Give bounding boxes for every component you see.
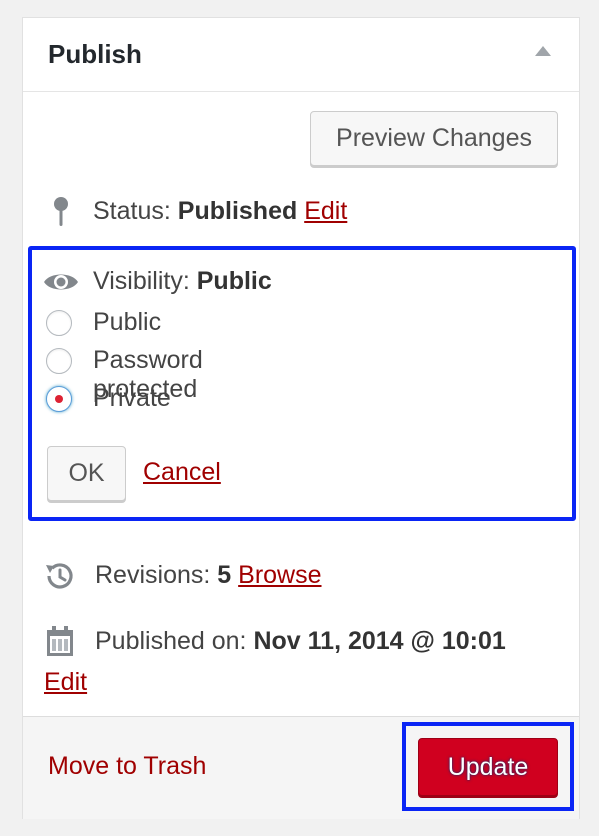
radio-password-protected[interactable] xyxy=(46,348,72,374)
update-highlight-frame: Update xyxy=(402,722,574,811)
radio-label: Public xyxy=(93,308,162,336)
history-icon xyxy=(43,560,75,597)
revisions-row: Revisions: 5 Browse xyxy=(95,561,322,590)
update-button[interactable]: Update xyxy=(418,738,558,796)
calendar-icon xyxy=(45,625,75,662)
revisions-browse-link[interactable]: Browse xyxy=(238,561,321,589)
preview-changes-button[interactable]: Preview Changes xyxy=(310,111,558,166)
visibility-ok-button[interactable]: OK xyxy=(47,446,126,501)
radio-private[interactable] xyxy=(46,386,72,412)
publish-box-title: Publish xyxy=(48,39,142,69)
status-edit-link[interactable]: Edit xyxy=(304,197,347,225)
revisions-label: Revisions: xyxy=(95,561,211,589)
radio-label: Private xyxy=(93,384,171,412)
visibility-value: Public xyxy=(196,267,272,295)
radio-selected-dot xyxy=(55,395,63,403)
publish-actions-footer: Move to Trash Update xyxy=(23,716,579,819)
visibility-section: Visibility: Public Public Password prote… xyxy=(28,246,576,521)
publish-box: Publish Preview Changes Status: Publishe… xyxy=(22,17,580,819)
publish-box-header[interactable]: Publish xyxy=(23,18,579,92)
published-on-row: Published on: Nov 11, 2014 @ 10:01 xyxy=(95,627,506,656)
visibility-cancel-link[interactable]: Cancel xyxy=(143,458,221,487)
published-edit-link[interactable]: Edit xyxy=(44,668,87,697)
status-label: Status: xyxy=(93,197,171,225)
status-row: Status: Published Edit xyxy=(93,197,347,226)
collapse-arrow-icon[interactable] xyxy=(535,46,551,56)
move-to-trash-link[interactable]: Move to Trash xyxy=(48,752,206,781)
pin-icon xyxy=(51,196,71,233)
radio-public[interactable] xyxy=(46,310,72,336)
status-value: Published xyxy=(177,197,298,225)
published-on-value: Nov 11, 2014 @ 10:01 xyxy=(253,627,506,655)
revisions-count: 5 xyxy=(217,561,232,589)
published-on-label: Published on: xyxy=(95,627,247,655)
eye-icon xyxy=(43,270,79,299)
visibility-label: Visibility: xyxy=(93,267,190,295)
visibility-row: Visibility: Public xyxy=(93,267,272,296)
